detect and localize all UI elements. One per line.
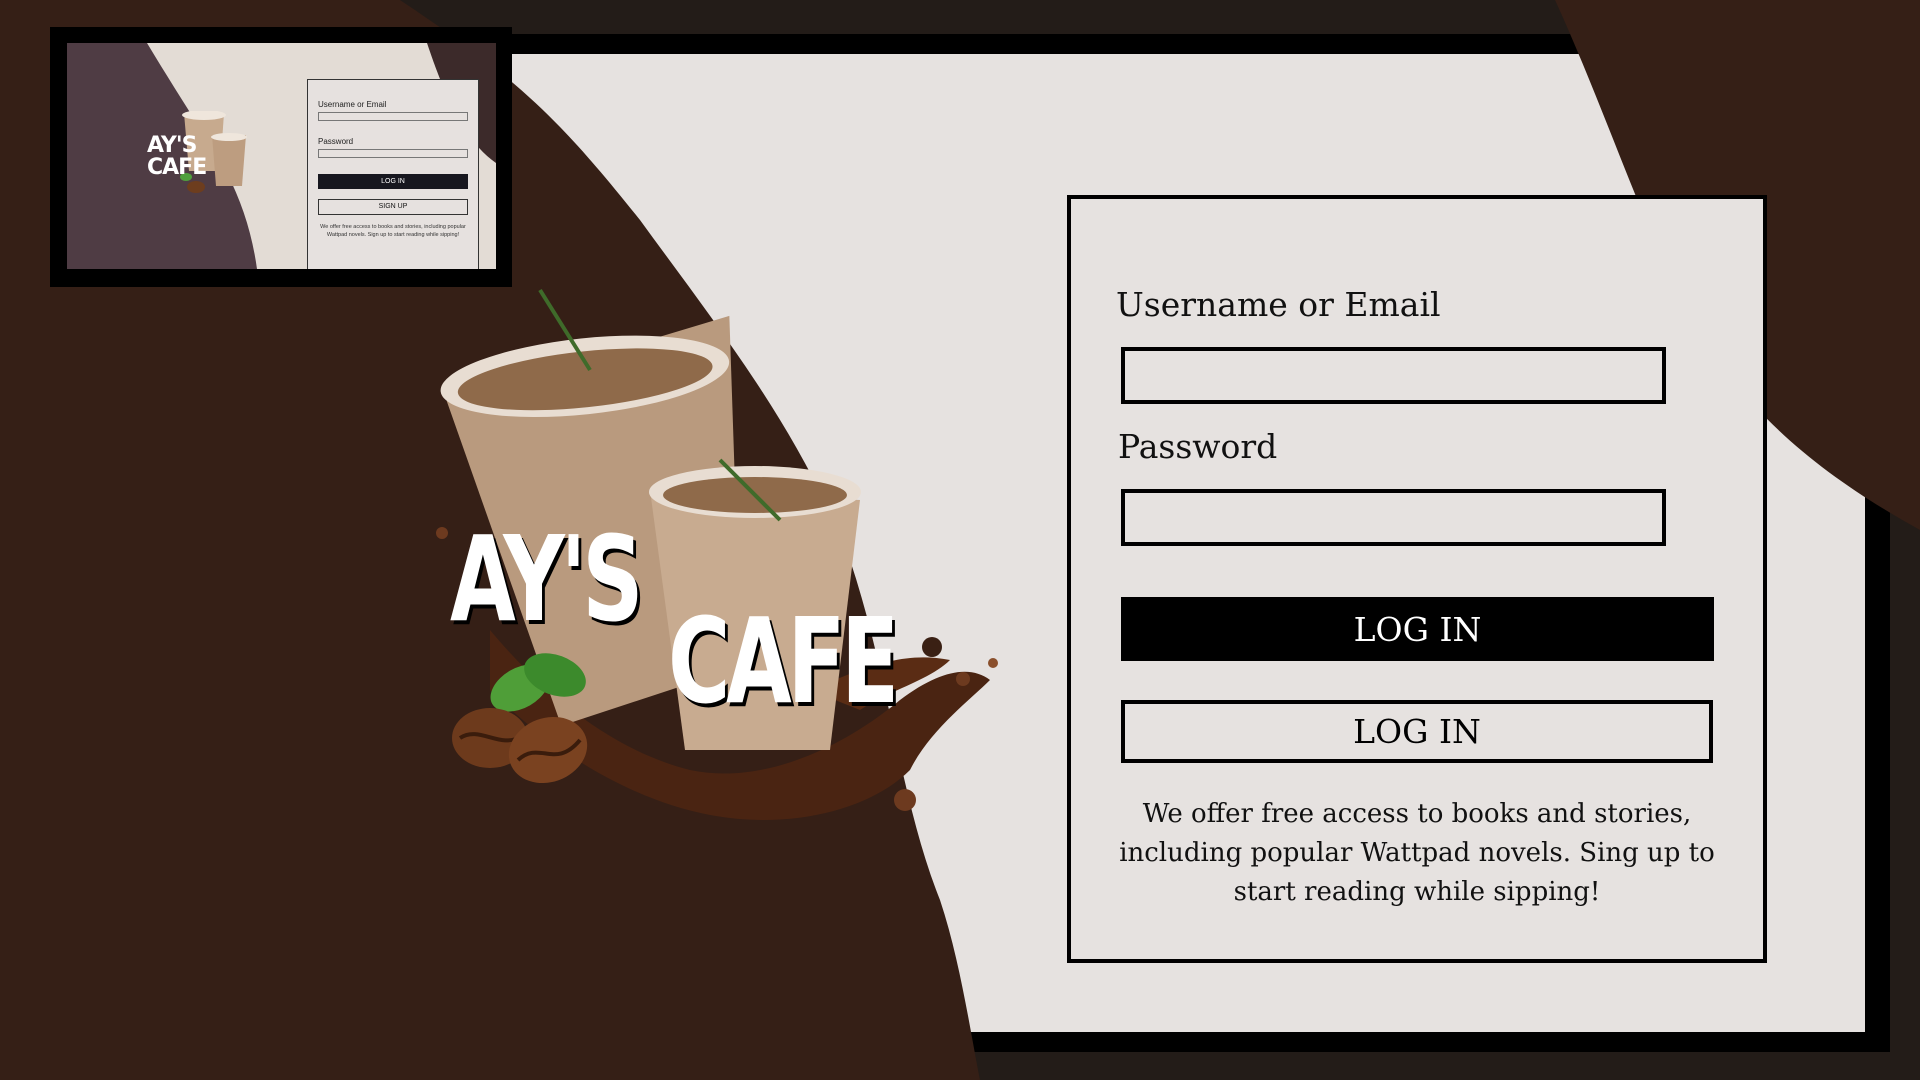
preview-logo-text: AY'S CAFE <box>147 133 207 180</box>
preview-username-label: Username or Email <box>318 100 387 109</box>
brand-line-1: AY'S <box>450 510 643 648</box>
preview-password-input <box>318 149 468 158</box>
login-button[interactable]: LOG IN <box>1121 597 1714 661</box>
preview-login-card: Username or Email Password LOG IN SIGN U… <box>307 79 479 269</box>
preview-screen: AY'S CAFE Username or Email Password LOG… <box>67 43 496 269</box>
username-input[interactable] <box>1121 347 1666 404</box>
brand-line-2: CAFE <box>668 592 899 730</box>
secondary-login-button[interactable]: LOG IN <box>1121 700 1713 763</box>
preview-info-text: We offer free access to books and storie… <box>320 224 466 238</box>
preview-login-button: LOG IN <box>318 174 468 189</box>
preview-thumbnail: AY'S CAFE Username or Email Password LOG… <box>50 27 512 287</box>
username-label: Username or Email <box>1116 285 1441 324</box>
login-card: Username or Email Password LOG IN LOG IN… <box>1067 195 1767 963</box>
preview-password-label: Password <box>318 137 354 146</box>
info-text: We offer free access to books and storie… <box>1119 799 1715 907</box>
password-input[interactable] <box>1121 489 1666 546</box>
password-label: Password <box>1118 427 1278 466</box>
preview-username-input <box>318 112 468 121</box>
preview-signup-button: SIGN UP <box>318 199 468 215</box>
